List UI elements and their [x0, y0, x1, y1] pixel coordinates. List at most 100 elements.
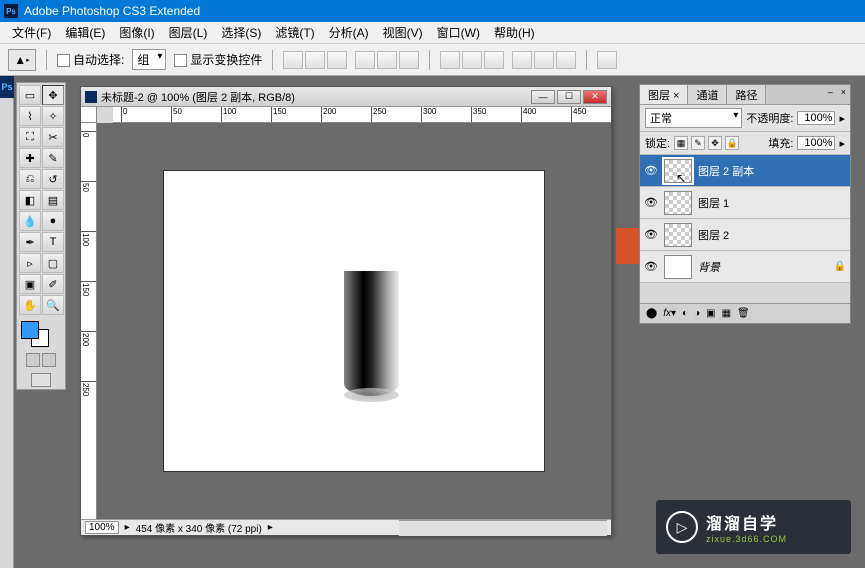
link-layers-icon[interactable]: ⬤: [646, 308, 657, 319]
lock-position-icon[interactable]: ✥: [708, 136, 722, 150]
type-tool-icon[interactable]: T: [42, 232, 64, 252]
opacity-arrow-icon[interactable]: ▸: [839, 112, 845, 125]
dist-hcenter-icon[interactable]: [534, 51, 554, 69]
layer-fx-icon[interactable]: fx▾: [663, 308, 676, 319]
layer-row[interactable]: 👁背景🔒: [640, 251, 850, 283]
layer-row[interactable]: ↖👁图层 2 副本: [640, 155, 850, 187]
layer-thumbnail[interactable]: [664, 159, 692, 183]
eraser-tool-icon[interactable]: ◧: [19, 190, 41, 210]
visibility-eye-icon[interactable]: 👁: [644, 196, 658, 210]
dist-right-icon[interactable]: [556, 51, 576, 69]
notes-tool-icon[interactable]: ▣: [19, 274, 41, 294]
dist-top-icon[interactable]: [440, 51, 460, 69]
history-brush-icon[interactable]: ↺: [42, 169, 64, 189]
delete-layer-icon[interactable]: 🗑: [737, 308, 750, 319]
slice-tool-icon[interactable]: ✂: [42, 127, 64, 147]
color-swatches[interactable]: [19, 321, 63, 349]
tab-paths[interactable]: 路径: [727, 85, 766, 104]
maximize-button[interactable]: ☐: [557, 90, 581, 104]
lock-all-icon[interactable]: 🔒: [725, 136, 739, 150]
panel-minimize-icon[interactable]: –: [824, 85, 837, 104]
layer-row[interactable]: 👁 图层 2: [640, 219, 850, 251]
document-titlebar[interactable]: 未标题-2 @ 100% (图层 2 副本, RGB/8) — ☐ ✕: [81, 87, 611, 107]
dist-vcenter-icon[interactable]: [462, 51, 482, 69]
path-tool-icon[interactable]: ▹: [19, 253, 41, 273]
wand-tool-icon[interactable]: ✧: [42, 106, 64, 126]
layer-name[interactable]: 图层 2: [698, 227, 729, 243]
menu-window[interactable]: 窗口(W): [431, 22, 486, 43]
opacity-input[interactable]: 100%: [797, 111, 835, 125]
shape-tool-icon[interactable]: ▢: [42, 253, 64, 273]
visibility-eye-icon[interactable]: 👁: [644, 228, 658, 242]
menu-layer[interactable]: 图层(L): [163, 22, 214, 43]
lock-paint-icon[interactable]: ✎: [691, 136, 705, 150]
auto-select-checkbox[interactable]: 自动选择:: [57, 51, 124, 68]
canvas-viewport[interactable]: [97, 123, 611, 519]
menu-analysis[interactable]: 分析(A): [323, 22, 375, 43]
menu-select[interactable]: 选择(S): [215, 22, 267, 43]
adjustment-layer-icon[interactable]: ◑: [694, 308, 700, 319]
heal-tool-icon[interactable]: ✚: [19, 148, 41, 168]
layer-name[interactable]: 图层 1: [698, 195, 729, 211]
menu-image[interactable]: 图像(I): [113, 22, 160, 43]
marquee-tool-icon[interactable]: ▭: [19, 85, 41, 105]
quickmask-icon[interactable]: [26, 353, 40, 367]
dist-left-icon[interactable]: [512, 51, 532, 69]
ruler-origin[interactable]: [81, 107, 97, 123]
blur-tool-icon[interactable]: 💧: [19, 211, 41, 231]
dist-bottom-icon[interactable]: [484, 51, 504, 69]
panel-close-icon[interactable]: ×: [837, 85, 850, 104]
align-bottom-icon[interactable]: [327, 51, 347, 69]
screenmode-icon[interactable]: [42, 353, 56, 367]
layer-mask-icon[interactable]: ◐: [682, 308, 688, 319]
fill-arrow-icon[interactable]: ▸: [839, 137, 845, 150]
align-top-icon[interactable]: [283, 51, 303, 69]
gradient-tool-icon[interactable]: ▤: [42, 190, 64, 210]
visibility-eye-icon[interactable]: 👁: [644, 164, 658, 178]
visibility-eye-icon[interactable]: 👁: [644, 260, 658, 274]
zoom-tool-icon[interactable]: 🔍: [42, 295, 64, 315]
scrollbar-horizontal[interactable]: [399, 520, 607, 536]
menu-help[interactable]: 帮助(H): [488, 22, 541, 43]
screenmode-std-icon[interactable]: [31, 373, 51, 387]
pen-tool-icon[interactable]: ✒: [19, 232, 41, 252]
brush-tool-icon[interactable]: ✎: [42, 148, 64, 168]
new-layer-icon[interactable]: ▦: [722, 308, 731, 319]
tab-channels[interactable]: 通道: [688, 85, 727, 104]
layer-thumbnail[interactable]: [664, 223, 692, 247]
hand-tool-icon[interactable]: ✋: [19, 295, 41, 315]
menu-view[interactable]: 视图(V): [377, 22, 429, 43]
lasso-tool-icon[interactable]: ⌇: [19, 106, 41, 126]
menu-file[interactable]: 文件(F): [6, 22, 57, 43]
layer-name[interactable]: 图层 2 副本: [698, 163, 754, 179]
dodge-tool-icon[interactable]: ●: [42, 211, 64, 231]
align-left-icon[interactable]: [355, 51, 375, 69]
menu-edit[interactable]: 编辑(E): [59, 22, 111, 43]
lock-transparency-icon[interactable]: ▦: [674, 136, 688, 150]
blend-mode-dropdown[interactable]: 正常: [645, 108, 742, 128]
layer-name[interactable]: 背景: [698, 259, 720, 275]
align-right-icon[interactable]: [399, 51, 419, 69]
ruler-vertical[interactable]: 050100150200250: [81, 123, 97, 519]
foreground-color-icon[interactable]: [21, 321, 39, 339]
stamp-tool-icon[interactable]: ⎌: [19, 169, 41, 189]
close-button[interactable]: ✕: [583, 90, 607, 104]
minimize-button[interactable]: —: [531, 90, 555, 104]
crop-tool-icon[interactable]: ⛶: [19, 127, 41, 147]
layer-row[interactable]: 👁 图层 1: [640, 187, 850, 219]
align-hcenter-icon[interactable]: [377, 51, 397, 69]
current-tool-indicator[interactable]: ▲▸: [8, 49, 36, 71]
menu-filter[interactable]: 滤镜(T): [269, 22, 320, 43]
ruler-horizontal[interactable]: 050100150200250300350400450: [113, 107, 611, 123]
layer-thumbnail[interactable]: [664, 191, 692, 215]
align-vcenter-icon[interactable]: [305, 51, 325, 69]
eyedropper-tool-icon[interactable]: ✐: [42, 274, 64, 294]
auto-select-dropdown[interactable]: 组: [132, 49, 166, 70]
new-group-icon[interactable]: ▣: [706, 308, 715, 319]
canvas[interactable]: [164, 171, 544, 471]
zoom-field[interactable]: 100%: [85, 521, 119, 534]
layer-thumbnail[interactable]: [664, 255, 692, 279]
move-tool-icon[interactable]: ✥: [42, 85, 64, 105]
workspace-icon[interactable]: [597, 51, 617, 69]
tab-layers[interactable]: 图层 ×: [640, 85, 688, 104]
